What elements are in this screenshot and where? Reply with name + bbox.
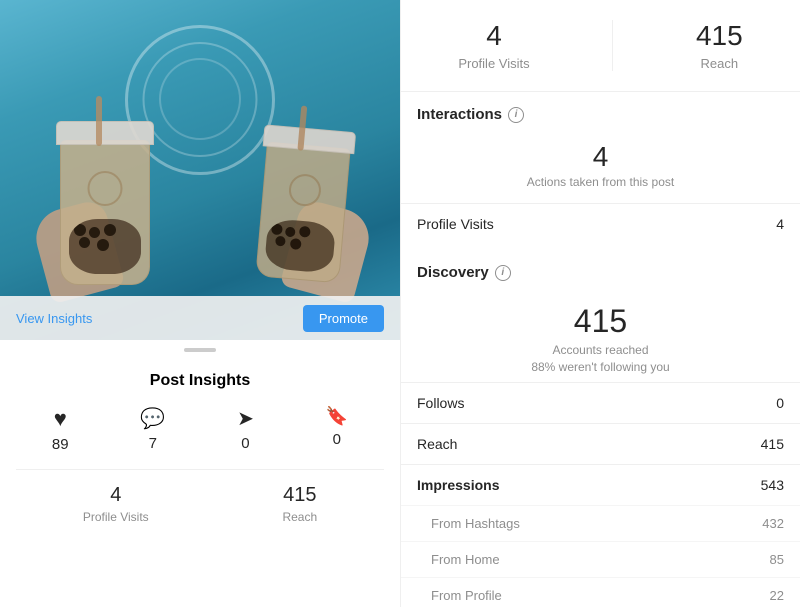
stats-row: ♥ 89 💬 7 ➤ 0 🔖 0 xyxy=(16,406,384,453)
from-home-label: From Home xyxy=(431,552,500,567)
bottom-stats-row: 4 Profile Visits 415 Reach xyxy=(16,469,384,524)
impressions-value: 543 xyxy=(761,477,784,493)
interactions-center-metric: 4 Actions taken from this post xyxy=(401,133,800,203)
reach-row-value: 415 xyxy=(761,436,784,452)
top-profile-visits-number: 4 xyxy=(486,20,502,52)
post-insights-title: Post Insights xyxy=(16,372,384,390)
comments-value: 7 xyxy=(149,435,157,452)
reach-label: Reach xyxy=(282,510,317,524)
profile-visits-label: Profile Visits xyxy=(83,510,149,524)
save-icon: 🔖 xyxy=(326,406,348,427)
discovery-number: 415 xyxy=(417,303,784,340)
promote-button[interactable]: Promote xyxy=(303,305,384,332)
interactions-title: Interactions xyxy=(417,106,502,123)
from-profile-row: From Profile 22 xyxy=(401,577,800,607)
saves-value: 0 xyxy=(333,431,341,448)
impressions-row: Impressions 543 xyxy=(401,464,800,505)
reach-number: 415 xyxy=(283,484,316,507)
metrics-divider xyxy=(612,20,613,71)
follows-label: Follows xyxy=(417,395,464,411)
follows-value: 0 xyxy=(776,395,784,411)
heart-icon: ♥ xyxy=(54,406,67,432)
from-home-value: 85 xyxy=(770,552,784,567)
interactions-header: Interactions i xyxy=(401,92,800,133)
view-insights-button[interactable]: View Insights xyxy=(16,311,92,326)
post-image: View Insights Promote xyxy=(0,0,400,340)
shares-value: 0 xyxy=(241,435,249,452)
impressions-label: Impressions xyxy=(417,477,499,493)
right-panel: 4 Profile Visits 415 Reach Interactions … xyxy=(400,0,800,607)
top-metrics: 4 Profile Visits 415 Reach xyxy=(401,0,800,92)
image-overlay xyxy=(0,0,400,340)
post-insights-section: Post Insights ♥ 89 💬 7 ➤ 0 🔖 0 4 Profi xyxy=(0,360,400,540)
top-reach: 415 Reach xyxy=(696,20,743,71)
profile-visits-row: Profile Visits 4 xyxy=(401,203,800,244)
likes-stat: ♥ 89 xyxy=(52,406,69,453)
discovery-header: Discovery i xyxy=(401,250,800,291)
from-hashtags-value: 432 xyxy=(762,516,784,531)
left-panel: View Insights Promote Post Insights ♥ 89… xyxy=(0,0,400,607)
scroll-indicator xyxy=(0,340,400,360)
image-actions: View Insights Promote xyxy=(0,296,400,340)
from-home-row: From Home 85 xyxy=(401,541,800,577)
top-reach-number: 415 xyxy=(696,20,743,52)
profile-visits-stat: 4 Profile Visits xyxy=(83,484,149,524)
top-reach-label: Reach xyxy=(701,56,739,71)
profile-visits-row-label: Profile Visits xyxy=(417,216,494,232)
discovery-title: Discovery xyxy=(417,264,489,281)
interactions-info-icon[interactable]: i xyxy=(508,107,524,123)
share-icon: ➤ xyxy=(237,406,254,431)
shares-stat: ➤ 0 xyxy=(237,406,254,453)
reach-row-label: Reach xyxy=(417,436,457,452)
reach-row: Reach 415 xyxy=(401,423,800,464)
scroll-dot xyxy=(184,348,216,352)
profile-visits-row-value: 4 xyxy=(776,216,784,232)
likes-value: 89 xyxy=(52,436,69,453)
reach-stat: 415 Reach xyxy=(282,484,317,524)
discovery-sublabel: Accounts reached88% weren't following yo… xyxy=(417,342,784,376)
saves-stat: 🔖 0 xyxy=(326,406,348,453)
discovery-info-icon[interactable]: i xyxy=(495,265,511,281)
from-hashtags-row: From Hashtags 432 xyxy=(401,505,800,541)
top-profile-visits-label: Profile Visits xyxy=(458,56,529,71)
top-profile-visits: 4 Profile Visits xyxy=(458,20,529,71)
from-profile-value: 22 xyxy=(770,588,784,603)
profile-visits-number: 4 xyxy=(110,484,121,507)
discovery-center-metric: 415 Accounts reached88% weren't followin… xyxy=(401,291,800,382)
interactions-label: Actions taken from this post xyxy=(417,175,784,189)
interactions-number: 4 xyxy=(417,141,784,173)
follows-row: Follows 0 xyxy=(401,382,800,423)
from-profile-label: From Profile xyxy=(431,588,502,603)
comment-icon: 💬 xyxy=(140,406,165,431)
from-hashtags-label: From Hashtags xyxy=(431,516,520,531)
comments-stat: 💬 7 xyxy=(140,406,165,453)
